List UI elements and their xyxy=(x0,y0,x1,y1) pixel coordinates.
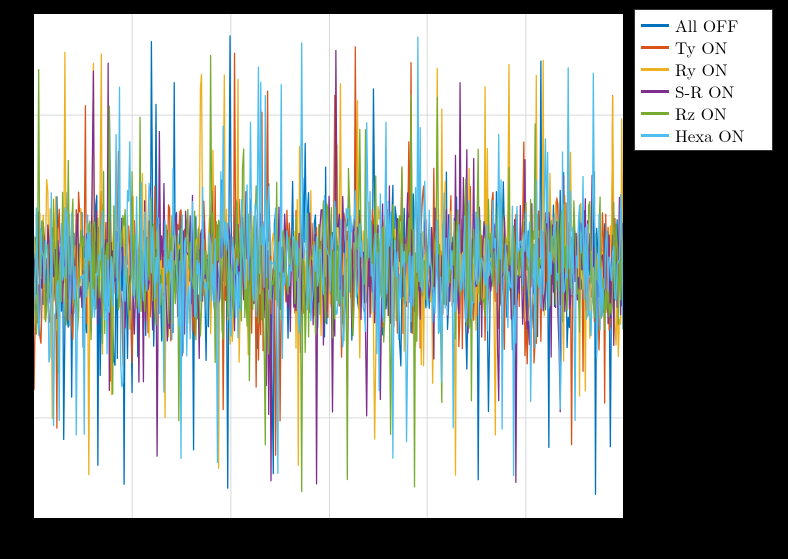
legend-label: Rz ON xyxy=(675,102,727,124)
legend-label: All OFF xyxy=(675,14,738,36)
legend-swatch xyxy=(641,68,669,71)
legend-swatch xyxy=(641,112,669,115)
legend-item: Rz ON xyxy=(641,102,766,124)
legend-item: S-R ON xyxy=(641,80,766,102)
legend-swatch xyxy=(641,46,669,49)
legend-item: Hexa ON xyxy=(641,124,766,146)
legend-swatch xyxy=(641,24,669,27)
legend-item: Ry ON xyxy=(641,58,766,80)
chart-canvas xyxy=(33,13,624,519)
legend-swatch xyxy=(641,134,669,137)
legend-swatch xyxy=(641,90,669,93)
chart-axes xyxy=(32,12,625,520)
legend-label: Ry ON xyxy=(675,58,728,80)
legend-label: Hexa ON xyxy=(675,124,744,146)
legend-item: All OFF xyxy=(641,14,766,36)
legend-label: Ty ON xyxy=(675,36,727,58)
legend-label: S-R ON xyxy=(675,80,734,102)
legend: All OFFTy ONRy ONS-R ONRz ONHexa ON xyxy=(634,9,773,151)
legend-item: Ty ON xyxy=(641,36,766,58)
